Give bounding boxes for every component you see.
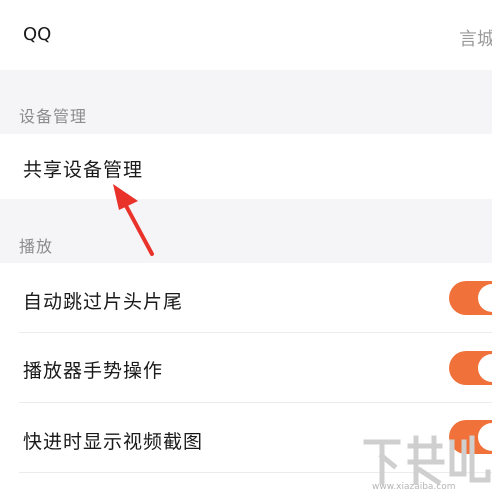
annotation-arrow-icon [113,184,154,256]
settings-screen: QQ 言城 设备管理 共享设备管理 播放 自动跳过片头片尾 播放器手势操作 快进… [0,0,492,494]
watermark-url: www.xiazaiba.com [372,482,456,492]
